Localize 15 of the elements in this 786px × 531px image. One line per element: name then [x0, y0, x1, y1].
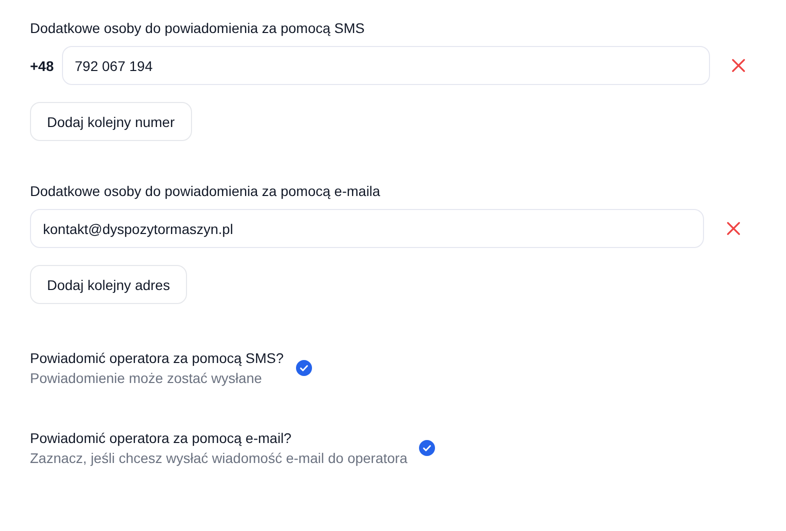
section-heading: Dodatkowe osoby do powiadomienia za pomocą e-maila — [30, 182, 382, 201]
close-icon[interactable] — [726, 221, 741, 236]
option-title: Powiadomić operatora za pomocą SMS? — [30, 349, 284, 368]
checkbox[interactable] — [419, 440, 436, 456]
section-heading: Dodatkowe osoby do powiadomienia za pomocą SMS — [30, 19, 366, 38]
add-button[interactable]: Dodaj kolejny numer — [30, 102, 192, 141]
option-description: Powiadomienie może zostać wysłane — [30, 369, 263, 388]
country-code: +48 — [30, 58, 54, 74]
option-title: Powiadomić operatora za pomocą e-mail? — [30, 429, 292, 448]
checkbox[interactable] — [296, 360, 312, 376]
close-icon[interactable] — [731, 58, 746, 73]
add-button[interactable]: Dodaj kolejny adres — [30, 265, 187, 304]
input-field[interactable]: 792 067 194 — [62, 46, 710, 85]
input-field[interactable]: kontakt@dyspozytormaszyn.pl — [30, 209, 704, 248]
option-description: Zaznacz, jeśli chcesz wysłać wiadomość e-mail do operatora — [30, 449, 408, 468]
